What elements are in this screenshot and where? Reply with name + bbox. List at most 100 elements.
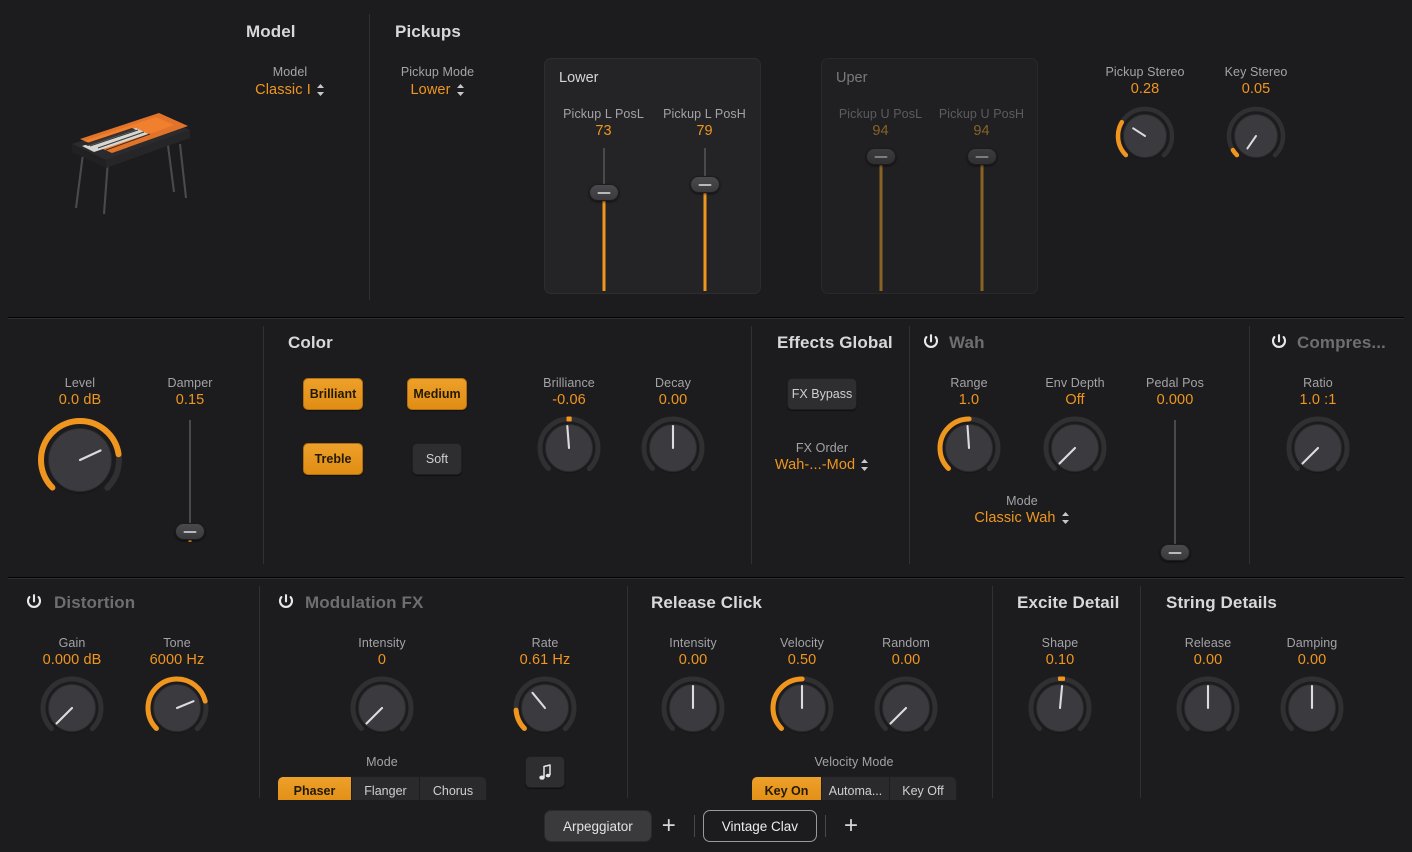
- knob-group-key-stereo: Key Stereo 0.05: [1208, 65, 1304, 167]
- pickups-upper-title: Uper: [836, 70, 867, 86]
- slider-handle[interactable]: [967, 148, 997, 165]
- bottom-toolbar: Arpeggiator + Vintage Clav +: [0, 800, 1412, 852]
- dist-tone-label: Tone: [130, 636, 224, 650]
- dist-gain-label: Gain: [25, 636, 119, 650]
- knob-group-mod-intensity: Intensity 0: [335, 636, 429, 741]
- fx-order-label: FX Order: [772, 441, 872, 455]
- knob-group-pickup-stereo: Pickup Stereo 0.28: [1097, 65, 1193, 167]
- dist-gain-value: 0.000 dB: [25, 652, 119, 668]
- slider-group-pickup-l-posh: Pickup L PosH 79: [656, 107, 753, 291]
- divider-row-2-hl: [8, 578, 1404, 579]
- string-release-value: 0.00: [1161, 652, 1255, 668]
- slider-handle[interactable]: [1160, 544, 1190, 561]
- mod-rate-knob[interactable]: [512, 675, 578, 741]
- pickup-mode-popup[interactable]: Lower: [385, 82, 490, 98]
- slider-handle[interactable]: [175, 523, 205, 540]
- distortion-section-title: Distortion: [54, 593, 135, 613]
- decay-knob[interactable]: [640, 415, 706, 481]
- wah-mode-popup[interactable]: Classic Wah: [963, 510, 1081, 526]
- mod-rate-value: 0.61 Hz: [498, 652, 592, 668]
- knob-group-dist-gain: Gain 0.000 dB: [25, 636, 119, 741]
- divider-release-excite: [992, 586, 993, 798]
- dist-gain-knob[interactable]: [39, 675, 105, 741]
- rc-random-knob[interactable]: [873, 675, 939, 741]
- fx-order-popup[interactable]: Wah-...-Mod: [766, 457, 878, 473]
- divider-row-1-hl: [8, 318, 1404, 319]
- slider-handle[interactable]: [690, 176, 720, 193]
- shape-label: Shape: [1013, 636, 1107, 650]
- knob-group-ratio: Ratio 1.0 :1: [1271, 376, 1365, 481]
- knob-group-wah-range: Range 1.0: [922, 376, 1016, 481]
- add-instrument-button[interactable]: +: [834, 810, 868, 842]
- pedal-pos-slider[interactable]: [1128, 420, 1222, 560]
- color-button-treble[interactable]: Treble: [303, 443, 363, 475]
- wah-range-knob[interactable]: [936, 415, 1002, 481]
- brilliance-label: Brilliance: [522, 376, 616, 390]
- plugin-window: Model Model Classic I Pickups Pickup Mod…: [0, 0, 1412, 852]
- slider-group-pickup-u-posl: Pickup U PosL 94: [832, 107, 929, 291]
- slider-group-pickup-u-posh: Pickup U PosH 94: [933, 107, 1030, 291]
- add-midi-fx-button[interactable]: +: [652, 810, 686, 842]
- color-button-brilliant[interactable]: Brilliant: [303, 378, 363, 410]
- modulation-fx-power-icon[interactable]: [276, 592, 296, 617]
- pickup-u-posl-slider[interactable]: [832, 148, 929, 291]
- brilliance-knob[interactable]: [536, 415, 602, 481]
- slider-group-damper: Damper 0.15: [143, 376, 237, 542]
- divider-wah-comp: [1249, 326, 1250, 564]
- ratio-knob[interactable]: [1285, 415, 1351, 481]
- rc-velocity-label: Velocity: [755, 636, 849, 650]
- divider-model-pickups: [369, 14, 370, 300]
- pickup-l-posl-slider[interactable]: [555, 148, 652, 291]
- pickup-l-posh-slider[interactable]: [656, 148, 753, 291]
- level-knob[interactable]: [35, 415, 125, 505]
- music-note-icon: [539, 764, 552, 781]
- pickup-stereo-label: Pickup Stereo: [1097, 65, 1193, 79]
- string-release-knob[interactable]: [1175, 675, 1241, 741]
- knob-group-string-damping: Damping 0.00: [1265, 636, 1359, 741]
- pickup-u-posh-slider[interactable]: [933, 148, 1030, 291]
- toolbar-separator-left: [694, 815, 695, 837]
- dist-tone-knob[interactable]: [144, 675, 210, 741]
- shape-value: 0.10: [1013, 652, 1107, 668]
- pickup-l-posh-label: Pickup L PosH: [656, 107, 753, 121]
- key-stereo-knob[interactable]: [1225, 105, 1287, 167]
- pickup-u-posl-value: 94: [832, 123, 929, 139]
- pickup-stereo-knob[interactable]: [1114, 105, 1176, 167]
- wah-env-depth-knob[interactable]: [1042, 415, 1108, 481]
- slider-handle[interactable]: [866, 148, 896, 165]
- wah-env-depth-value: Off: [1028, 392, 1122, 408]
- pickup-mode-value: Lower: [411, 82, 451, 98]
- damper-slider[interactable]: [143, 420, 237, 542]
- modulation-fx-section-title: Modulation FX: [305, 593, 423, 613]
- decay-value: 0.00: [626, 392, 720, 408]
- toolbar-separator-right: [825, 815, 826, 837]
- string-damping-label: Damping: [1265, 636, 1359, 650]
- rc-intensity-knob[interactable]: [660, 675, 726, 741]
- pedal-pos-value: 0.000: [1128, 392, 1222, 408]
- divider-main-color: [263, 326, 264, 564]
- mod-intensity-knob[interactable]: [349, 675, 415, 741]
- velocity-mode-label: Velocity Mode: [807, 755, 901, 769]
- color-button-soft[interactable]: Soft: [412, 443, 462, 475]
- wah-range-label: Range: [922, 376, 1016, 390]
- brilliance-value: -0.06: [522, 392, 616, 408]
- knob-group-mod-rate: Rate 0.61 Hz: [498, 636, 592, 741]
- string-damping-knob[interactable]: [1279, 675, 1345, 741]
- slider-fill: [879, 157, 882, 291]
- rc-velocity-knob[interactable]: [769, 675, 835, 741]
- color-button-medium[interactable]: Medium: [407, 378, 467, 410]
- shape-knob[interactable]: [1027, 675, 1093, 741]
- compressor-power-icon[interactable]: [1269, 332, 1289, 357]
- slider-handle[interactable]: [589, 184, 619, 201]
- ratio-label: Ratio: [1271, 376, 1365, 390]
- wah-power-icon[interactable]: [921, 332, 941, 357]
- instrument-chip[interactable]: Vintage Clav: [703, 810, 817, 842]
- fx-bypass-button[interactable]: FX Bypass: [787, 378, 857, 410]
- arpeggiator-chip[interactable]: Arpeggiator: [544, 810, 652, 842]
- damper-label: Damper: [143, 376, 237, 390]
- distortion-power-icon[interactable]: [24, 592, 44, 617]
- pickups-upper-card: Uper Pickup U PosL 94 Pickup U PosH 94: [821, 58, 1038, 294]
- pickups-lower-title: Lower: [559, 70, 599, 86]
- mod-rate-sync-button[interactable]: [525, 756, 565, 788]
- model-popup[interactable]: Classic I: [240, 82, 340, 98]
